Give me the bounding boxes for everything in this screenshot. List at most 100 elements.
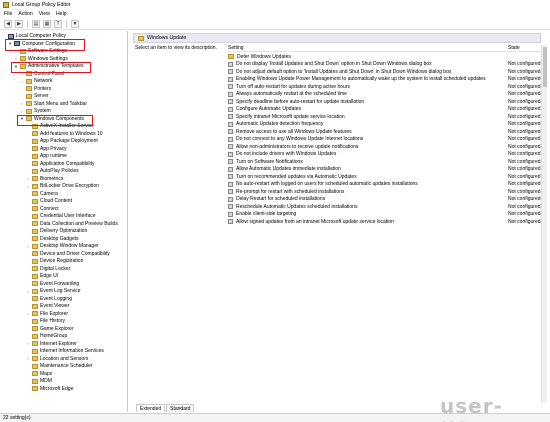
tree-item[interactable]: Digital Locker	[26, 265, 70, 273]
tree-item[interactable]: Event Viewer	[26, 303, 69, 311]
expand-toggle-icon[interactable]: ›	[26, 341, 30, 346]
tree-item[interactable]: Connect	[26, 205, 59, 213]
tree-item[interactable]: File History	[26, 318, 65, 326]
expand-toggle-icon[interactable]: ›	[20, 79, 24, 84]
expand-toggle-icon[interactable]: ›	[14, 56, 18, 61]
policy-row[interactable]: Delay Restart for scheduled installation…	[228, 196, 542, 204]
tree-item[interactable]: Credential User Interface	[26, 213, 96, 221]
policy-row[interactable]: Automatic Updates detection frequency Not…	[228, 121, 542, 129]
menu-help[interactable]: Help	[56, 11, 67, 17]
policy-row[interactable]: Remove access to use all Windows Update …	[228, 128, 542, 136]
tree-item[interactable]: HomeGroup	[26, 333, 67, 341]
expand-toggle-icon[interactable]: ›	[26, 176, 30, 181]
tree-item[interactable]: › Location and Sensors	[26, 355, 88, 363]
policy-row[interactable]: Allow signed updates from an intranet Mi…	[228, 218, 542, 226]
expand-toggle-icon[interactable]: ›	[20, 101, 24, 106]
policy-row[interactable]: Re-prompt for restart with scheduled ins…	[228, 188, 542, 196]
tree-item[interactable]: › File Explorer	[26, 310, 68, 318]
policy-row[interactable]: No auto-restart with logged on users for…	[228, 181, 542, 189]
details-scrollbar[interactable]	[541, 45, 547, 403]
tree-item[interactable]: › Network	[20, 78, 52, 86]
tab-standard[interactable]: Standard	[166, 404, 195, 412]
tree-item[interactable]: ▼ Windows Components	[20, 115, 84, 123]
policy-row[interactable]: Specify deadline before auto-restart for…	[228, 98, 542, 106]
expand-toggle-icon[interactable]: ›	[20, 109, 24, 114]
tree-item[interactable]: Device and Driver Compatibility	[26, 250, 110, 258]
policy-row[interactable]: Allow Automatic Updates immediate instal…	[228, 166, 542, 174]
tree-item[interactable]: Internet Information Services	[26, 348, 104, 356]
policy-row[interactable]: Do not adjust default option to 'Install…	[228, 68, 542, 76]
policy-row[interactable]: Allow non-administrators to receive upda…	[228, 143, 542, 151]
tree-item[interactable]: Maintenance Scheduler	[26, 363, 93, 371]
tree-item[interactable]: › Desktop Window Manager	[26, 243, 98, 251]
tree-item[interactable]: › Windows Settings	[14, 55, 67, 63]
tree-item[interactable]: Camera	[26, 190, 58, 198]
tree-item[interactable]: Game Explorer	[26, 325, 74, 333]
policy-row[interactable]: Specify intranet Microsoft update servic…	[228, 113, 542, 121]
policy-row[interactable]: Turn on Software Notifications Not config…	[228, 158, 542, 166]
tree-item[interactable]: ▼ Computer Configuration	[8, 40, 75, 48]
tree-item[interactable]: Microsoft Edge	[26, 385, 73, 393]
tree-item[interactable]: Server	[20, 93, 49, 101]
menu-view[interactable]: View	[39, 11, 50, 17]
tree-item[interactable]: Maps	[26, 370, 52, 378]
column-header-setting[interactable]: Setting	[228, 45, 508, 52]
tree-item[interactable]: Application Compatibility	[26, 160, 94, 168]
tree-item[interactable]: Edge UI	[26, 273, 58, 281]
expand-toggle-icon[interactable]: ▼	[8, 41, 12, 46]
tree-item[interactable]: › Biometrics	[26, 175, 63, 183]
column-header-state[interactable]: State	[508, 45, 542, 52]
expand-toggle-icon[interactable]: ›	[26, 184, 30, 189]
navigation-tree[interactable]: Local Computer Policy ▼ Computer Configura…	[0, 31, 128, 412]
expand-toggle-icon[interactable]: ›	[20, 71, 24, 76]
policy-row[interactable]: Enable client-side targeting Not configur…	[228, 211, 542, 219]
tree-item[interactable]: Desktop Gadgets	[26, 235, 79, 243]
tree-item[interactable]: › Internet Explorer	[26, 340, 77, 348]
tree-item[interactable]: Device Registration	[26, 258, 83, 266]
tree-item[interactable]: Printers	[20, 85, 51, 93]
menu-file[interactable]: File	[4, 11, 12, 17]
tree-item[interactable]: MDM	[26, 378, 52, 386]
tree-item[interactable]: ▼ Administrative Templates	[14, 63, 83, 71]
tree-item[interactable]: AutoPlay Policies	[26, 168, 79, 176]
policy-row[interactable]: Do not include drivers with Windows Upda…	[228, 151, 542, 159]
menu-action[interactable]: Action	[18, 11, 32, 17]
policy-row[interactable]: Do not display 'Install Updates and Shut…	[228, 61, 542, 69]
tree-item[interactable]: Add features to Windows 10	[26, 130, 103, 138]
tree-item[interactable]: › Software Settings	[14, 48, 67, 56]
tree-item[interactable]: Event Logging	[26, 295, 72, 303]
policy-row[interactable]: Turn off auto-restart for updates during…	[228, 83, 542, 91]
properties-icon[interactable]: ▦	[43, 20, 51, 28]
tree-item[interactable]: › Event Log Service	[26, 288, 80, 296]
policy-row[interactable]: Enabling Windows Update Power Management…	[228, 76, 542, 84]
expand-toggle-icon[interactable]: ›	[26, 356, 30, 361]
tree-item[interactable]: Delivery Optimization	[26, 228, 87, 236]
help-icon[interactable]: ?	[54, 20, 62, 28]
tree-item[interactable]: App Package Deployment	[26, 138, 98, 146]
expand-toggle-icon[interactable]: ›	[26, 311, 30, 316]
tree-item[interactable]: ActiveX Installer Service	[26, 123, 94, 131]
forward-icon[interactable]: ▶	[15, 20, 23, 28]
show-hide-tree-icon[interactable]: ▤	[32, 20, 40, 28]
policy-row[interactable]: Reschedule Automatic Updates scheduled i…	[228, 203, 542, 211]
tree-item[interactable]: Local Computer Policy	[2, 33, 66, 41]
policy-row[interactable]: Do not connect to any Windows Update Int…	[228, 136, 542, 144]
scrollbar-thumb[interactable]	[543, 47, 547, 87]
policy-row[interactable]: Configure Automatic Updates Not configure…	[228, 106, 542, 114]
expand-toggle-icon[interactable]: ›	[14, 49, 18, 54]
tree-item[interactable]: › Control Panel	[20, 70, 64, 78]
policy-row[interactable]: Defer Windows Updates	[228, 53, 542, 61]
back-icon[interactable]: ◀	[4, 20, 12, 28]
expand-toggle-icon[interactable]: ▼	[20, 116, 24, 121]
tree-item[interactable]: Cloud Content	[26, 198, 72, 206]
tree-item[interactable]: › Start Menu and Taskbar	[20, 100, 87, 108]
filter-icon[interactable]: ▼	[71, 20, 79, 28]
tab-extended[interactable]: Extended	[136, 404, 166, 412]
expand-toggle-icon[interactable]: ›	[26, 244, 30, 249]
tree-item[interactable]: Data Collection and Preview Builds	[26, 220, 118, 228]
tree-item[interactable]: App runtime	[26, 153, 67, 161]
tree-item[interactable]: Event Forwarding	[26, 280, 79, 288]
tree-item[interactable]: App Privacy	[26, 145, 67, 153]
policy-row[interactable]: Turn on recommended updates via Automati…	[228, 173, 542, 181]
tree-item[interactable]: › BitLocker Drive Encryption	[26, 183, 99, 191]
